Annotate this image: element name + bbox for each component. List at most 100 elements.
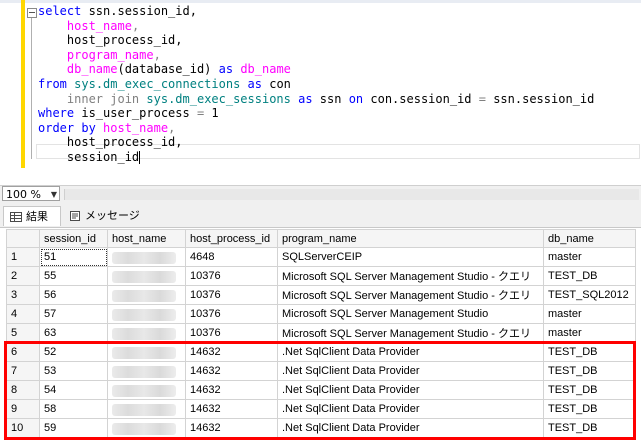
code-line[interactable]: from sys.dm_exec_connections as con bbox=[38, 77, 291, 92]
code-token: , bbox=[153, 47, 161, 62]
table-cell[interactable]: 10376 bbox=[185, 285, 278, 305]
table-cell[interactable]: 14632 bbox=[185, 361, 278, 381]
table-row[interactable]: 8 54 14632 .Net SqlClient Data Provider TEST… bbox=[6, 380, 636, 400]
table-cell[interactable]: Microsoft SQL Server Management Studio bbox=[277, 304, 544, 324]
table-cell[interactable]: 58 bbox=[39, 399, 108, 419]
host-name-cell-redacted[interactable] bbox=[107, 342, 186, 362]
row-number[interactable]: 1 bbox=[6, 247, 40, 267]
redacted-blur bbox=[112, 423, 176, 435]
code-line[interactable]: host_process_id, bbox=[38, 135, 183, 150]
row-number[interactable]: 8 bbox=[6, 380, 40, 400]
host-name-cell-redacted[interactable] bbox=[107, 361, 186, 381]
code-line[interactable]: session_id bbox=[38, 150, 141, 165]
query-editor[interactable]: select ssn.session_id, host_name, host_p… bbox=[0, 0, 641, 185]
zoom-dropdown[interactable]: 100 % ▼ bbox=[2, 186, 60, 201]
table-cell[interactable]: master bbox=[543, 247, 636, 267]
table-cell[interactable]: Microsoft SQL Server Management Studio -… bbox=[277, 285, 544, 305]
text-caret bbox=[139, 151, 141, 164]
table-row[interactable]: 3 56 10376 Microsoft SQL Server Management … bbox=[6, 285, 636, 305]
table-cell[interactable]: .Net SqlClient Data Provider bbox=[277, 361, 544, 381]
row-number[interactable]: 4 bbox=[6, 304, 40, 324]
table-cell[interactable]: 52 bbox=[39, 342, 108, 362]
host-name-cell-redacted[interactable] bbox=[107, 247, 186, 267]
table-cell[interactable]: TEST_SQL2012 bbox=[543, 285, 636, 305]
table-row[interactable]: 10 59 14632 .Net SqlClient Data Provider TES… bbox=[6, 418, 636, 438]
code-line[interactable]: order by host_name, bbox=[38, 121, 175, 136]
table-cell[interactable]: 51 bbox=[39, 247, 108, 267]
host-name-cell-redacted[interactable] bbox=[107, 285, 186, 305]
table-cell[interactable]: 54 bbox=[39, 380, 108, 400]
code-token: db_name bbox=[66, 62, 118, 77]
host-name-cell-redacted[interactable] bbox=[107, 380, 186, 400]
column-header[interactable]: db_name bbox=[543, 229, 636, 248]
table-cell[interactable]: .Net SqlClient Data Provider bbox=[277, 399, 544, 419]
table-row[interactable]: 7 53 14632 .Net SqlClient Data Provider TEST… bbox=[6, 361, 636, 381]
code-line[interactable]: where is_user_process = 1 bbox=[38, 106, 219, 121]
code-line[interactable]: db_name(database_id) as db_name bbox=[38, 62, 291, 77]
table-row[interactable]: 9 58 14632 .Net SqlClient Data Provider TEST… bbox=[6, 399, 636, 419]
table-cell[interactable]: TEST_DB bbox=[543, 418, 636, 438]
table-cell[interactable]: 14632 bbox=[185, 418, 278, 438]
table-cell[interactable]: 4648 bbox=[185, 247, 278, 267]
code-line[interactable]: select ssn.session_id, bbox=[38, 4, 197, 19]
row-number[interactable]: 3 bbox=[6, 285, 40, 305]
row-number[interactable]: 2 bbox=[6, 266, 40, 286]
table-cell[interactable]: Microsoft SQL Server Management Studio -… bbox=[277, 266, 544, 286]
table-cell[interactable]: 10376 bbox=[185, 323, 278, 343]
table-cell[interactable]: .Net SqlClient Data Provider bbox=[277, 380, 544, 400]
table-cell[interactable]: 57 bbox=[39, 304, 108, 324]
table-row[interactable]: 5 63 10376 Microsoft SQL Server Management … bbox=[6, 323, 636, 343]
table-cell[interactable]: 56 bbox=[39, 285, 108, 305]
table-cell[interactable]: TEST_DB bbox=[543, 266, 636, 286]
table-cell[interactable]: 59 bbox=[39, 418, 108, 438]
row-number[interactable]: 9 bbox=[6, 399, 40, 419]
column-header[interactable]: program_name bbox=[277, 229, 544, 248]
redacted-blur bbox=[112, 328, 176, 340]
row-number[interactable]: 5 bbox=[6, 323, 40, 343]
horizontal-scrollbar[interactable] bbox=[64, 189, 639, 200]
host-name-cell-redacted[interactable] bbox=[107, 304, 186, 324]
table-cell[interactable]: 53 bbox=[39, 361, 108, 381]
tab-results[interactable]: 結果 bbox=[3, 206, 61, 226]
code-line[interactable]: host_name, bbox=[38, 19, 139, 34]
table-cell[interactable]: master bbox=[543, 323, 636, 343]
host-name-cell-redacted[interactable] bbox=[107, 399, 186, 419]
row-number[interactable]: 10 bbox=[6, 418, 40, 438]
collapse-toggle-icon[interactable] bbox=[27, 8, 37, 18]
table-cell[interactable]: 10376 bbox=[185, 304, 278, 324]
column-header[interactable]: host_process_id bbox=[185, 229, 278, 248]
table-cell[interactable]: TEST_DB bbox=[543, 399, 636, 419]
table-row[interactable]: 6 52 14632 .Net SqlClient Data Provider TEST… bbox=[6, 342, 636, 362]
table-cell[interactable]: .Net SqlClient Data Provider bbox=[277, 342, 544, 362]
row-number[interactable]: 6 bbox=[6, 342, 40, 362]
row-number[interactable]: 7 bbox=[6, 361, 40, 381]
code-line[interactable]: program_name, bbox=[38, 48, 161, 63]
table-cell[interactable]: 55 bbox=[39, 266, 108, 286]
table-cell[interactable]: SQLServerCEIP bbox=[277, 247, 544, 267]
table-cell[interactable]: 10376 bbox=[185, 266, 278, 286]
table-cell[interactable]: 63 bbox=[39, 323, 108, 343]
zoom-bar: 100 % ▼ bbox=[0, 185, 641, 203]
table-row[interactable]: 2 55 10376 Microsoft SQL Server Management … bbox=[6, 266, 636, 286]
table-cell[interactable]: .Net SqlClient Data Provider bbox=[277, 418, 544, 438]
table-row[interactable]: 4 57 10376 Microsoft SQL Server Management … bbox=[6, 304, 636, 324]
table-cell[interactable]: TEST_DB bbox=[543, 361, 636, 381]
table-cell[interactable]: Microsoft SQL Server Management Studio -… bbox=[277, 323, 544, 343]
host-name-cell-redacted[interactable] bbox=[107, 266, 186, 286]
table-cell[interactable]: master bbox=[543, 304, 636, 324]
column-header[interactable]: host_name bbox=[107, 229, 186, 248]
table-cell[interactable]: TEST_DB bbox=[543, 342, 636, 362]
table-cell[interactable]: 14632 bbox=[185, 380, 278, 400]
code-line[interactable]: inner join sys.dm_exec_sessions as ssn o… bbox=[38, 92, 594, 107]
table-cell[interactable]: TEST_DB bbox=[543, 380, 636, 400]
table-cell[interactable]: 14632 bbox=[185, 342, 278, 362]
code-line[interactable]: host_process_id, bbox=[38, 33, 183, 48]
column-header[interactable]: session_id bbox=[39, 229, 108, 248]
host-name-cell-redacted[interactable] bbox=[107, 323, 186, 343]
host-name-cell-redacted[interactable] bbox=[107, 418, 186, 438]
tab-messages[interactable]: メッセージ bbox=[63, 206, 143, 226]
table-row[interactable]: 1 51 4648 SQLServerCEIP master bbox=[6, 247, 636, 267]
corner-cell[interactable] bbox=[6, 229, 40, 248]
table-cell[interactable]: 14632 bbox=[185, 399, 278, 419]
